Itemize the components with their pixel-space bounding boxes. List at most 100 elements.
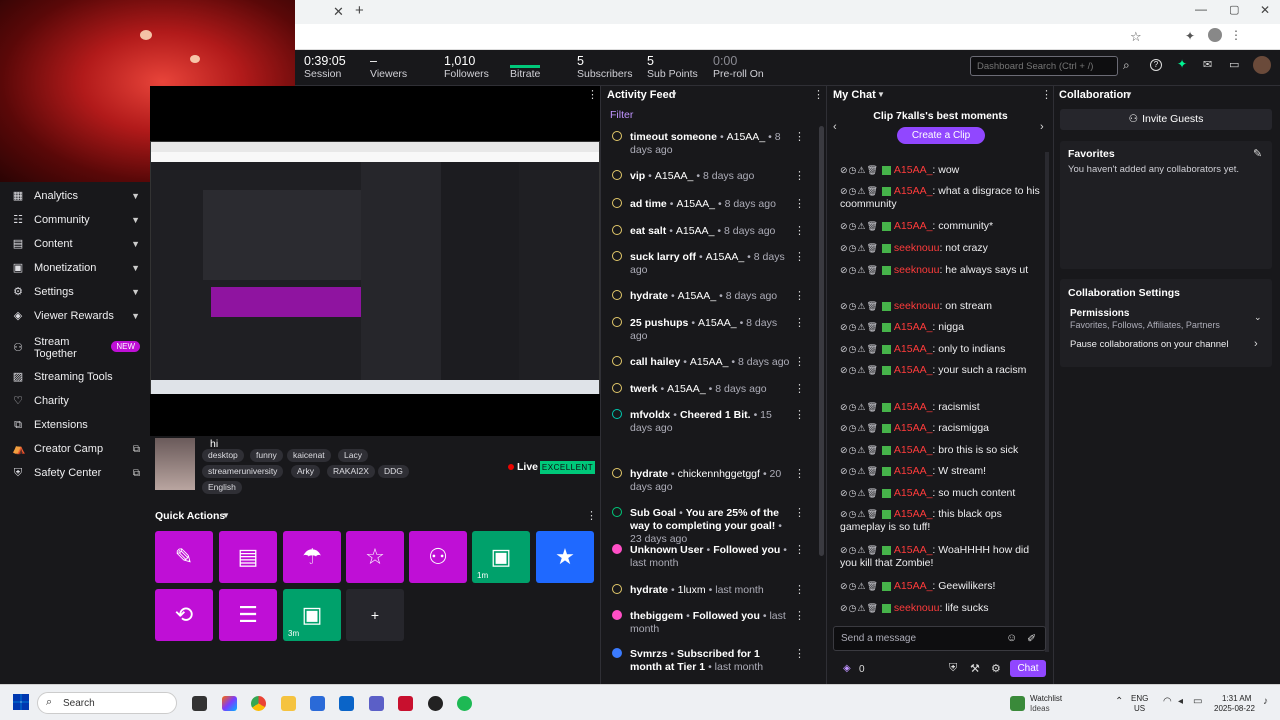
browser-menu-icon[interactable]: ⋮ xyxy=(1230,28,1242,42)
activity-item-menu-icon[interactable]: ⋮ xyxy=(794,317,805,330)
chat-username[interactable]: A15AA_ xyxy=(894,401,933,413)
chat-message[interactable]: ⊘◷⚠🗑 A15AA_: WoaHHHH how did you kill tha… xyxy=(840,544,1040,570)
edit-stream-button[interactable]: ✎ xyxy=(155,531,213,583)
emote-icon[interactable]: ☺ xyxy=(1006,632,1017,644)
ad-3m-button[interactable]: ▣ 3m xyxy=(283,589,341,641)
activity-item-menu-icon[interactable]: ⋮ xyxy=(794,468,805,481)
help-icon[interactable]: ? xyxy=(1150,59,1162,71)
chrome-icon[interactable] xyxy=(251,696,266,711)
maximize-icon[interactable]: ▢ xyxy=(1229,3,1239,16)
browser-address-bar[interactable]: ☆ ✦ ⋮ xyxy=(295,24,1280,50)
app-red-icon[interactable] xyxy=(398,696,413,711)
shield-icon[interactable]: ⛨ xyxy=(949,662,957,675)
invite-guests-button[interactable]: ⚇ Invite Guests xyxy=(1060,109,1272,130)
dashboard-search-input[interactable] xyxy=(970,56,1118,76)
chat-username[interactable]: A15AA_ xyxy=(894,321,933,333)
sidebar-item-safety-center[interactable]: ⛨ Safety Center ⧉ xyxy=(12,464,144,482)
mod-actions-icon[interactable]: ⊘◷⚠🗑 xyxy=(840,344,879,354)
mod-actions-icon[interactable]: ⊘◷⚠🗑 xyxy=(840,186,879,196)
chat-username[interactable]: A15AA_ xyxy=(894,508,933,520)
bookmark-star-icon[interactable]: ☆ xyxy=(1130,29,1142,45)
sidebar-item-creator-camp[interactable]: ⛺ Creator Camp ⧉ xyxy=(12,440,144,458)
clean-chat-button[interactable]: ⟲ xyxy=(155,589,213,641)
chat-message[interactable]: ⊘◷⚠🗑 A15AA_: this black ops gameplay is s… xyxy=(840,508,1040,534)
sidebar-item-content[interactable]: ▤ Content ▼ xyxy=(12,235,144,253)
activity-item-menu-icon[interactable]: ⋮ xyxy=(794,131,805,144)
chat-message[interactable]: ⊘◷⚠🗑 A15AA_: racismist xyxy=(840,401,1040,414)
clock-time[interactable]: 1:31 AM xyxy=(1222,694,1251,703)
chat-username[interactable]: A15AA_ xyxy=(894,487,933,499)
crown-icon[interactable]: ✦ xyxy=(1177,57,1187,71)
tag-english[interactable]: English xyxy=(202,481,242,494)
chat-username[interactable]: A15AA_ xyxy=(894,364,933,376)
activity-item-menu-icon[interactable]: ⋮ xyxy=(794,610,805,623)
mod-actions-icon[interactable]: ⊘◷⚠🗑 xyxy=(840,488,879,498)
chat-username[interactable]: seeknouu xyxy=(894,602,940,614)
mod-actions-icon[interactable]: ⊘◷⚠🗑 xyxy=(840,509,879,519)
user-avatar[interactable] xyxy=(1253,56,1271,74)
task-view-icon[interactable] xyxy=(192,696,207,711)
permissions-row[interactable]: Permissions Favorites, Follows, Affiliat… xyxy=(1068,308,1266,330)
sidebar-item-analytics[interactable]: ▦ Analytics ▼ xyxy=(12,187,144,205)
wifi-icon[interactable]: ◠ xyxy=(1163,696,1172,707)
chat-username[interactable]: A15AA_ xyxy=(894,580,933,592)
chat-username[interactable]: A15AA_ xyxy=(894,422,933,434)
taskbar-search[interactable]: ⌕ Search xyxy=(37,692,177,714)
spotify-icon[interactable] xyxy=(457,696,472,711)
chat-message[interactable]: ⊘◷⚠🗑 A15AA_: bro this is so sick xyxy=(840,444,1040,457)
chat-username[interactable]: A15AA_ xyxy=(894,343,933,355)
chat-message[interactable]: ⊘◷⚠🗑 A15AA_: nigga xyxy=(840,321,1040,334)
chat-message[interactable]: ⊘◷⚠🗑 A15AA_: so much content xyxy=(840,487,1040,500)
tag-streameruniversity[interactable]: streameruniversity xyxy=(202,465,284,478)
outlook-icon[interactable] xyxy=(339,696,354,711)
chat-message[interactable]: ⊘◷⚠🗑 A15AA_: Geewilikers! xyxy=(840,580,1040,593)
activity-menu-icon[interactable]: ⋮ xyxy=(813,88,824,101)
activity-item-menu-icon[interactable]: ⋮ xyxy=(794,251,805,264)
chat-message[interactable]: ⊘◷⚠🗑 seeknouu: life sucks xyxy=(840,602,1040,615)
new-tab-icon[interactable]: + xyxy=(355,2,364,19)
sidebar-item-settings[interactable]: ⚙ Settings ▼ xyxy=(12,283,144,301)
activity-scrollbar[interactable] xyxy=(819,126,824,556)
chat-message[interactable]: ⊘◷⚠🗑 A15AA_: racismigga xyxy=(840,422,1040,435)
file-explorer-icon[interactable] xyxy=(281,696,296,711)
activity-item-menu-icon[interactable]: ⋮ xyxy=(794,198,805,211)
chat-message[interactable]: ⊘◷⚠🗑 A15AA_: W stream! xyxy=(840,465,1040,478)
sidebar-item-community[interactable]: ☷ Community ▼ xyxy=(12,211,144,229)
mod-actions-icon[interactable]: ⊘◷⚠🗑 xyxy=(840,265,879,275)
activity-item-menu-icon[interactable]: ⋮ xyxy=(794,648,805,661)
chat-username[interactable]: A15AA_ xyxy=(894,220,933,232)
chevron-down-icon[interactable]: ▼ xyxy=(670,90,678,99)
create-clip-button[interactable]: Create a Clip xyxy=(897,127,985,144)
activity-item-menu-icon[interactable]: ⋮ xyxy=(794,356,805,369)
sidebar-item-streaming-tools[interactable]: ▨ Streaming Tools xyxy=(12,368,144,386)
mod-actions-icon[interactable]: ⊘◷⚠🗑 xyxy=(840,545,879,555)
language-indicator[interactable]: ENG xyxy=(1131,694,1148,703)
volume-icon[interactable]: ◂ xyxy=(1178,696,1183,707)
chat-username[interactable]: A15AA_ xyxy=(894,185,933,197)
stream-thumbnail[interactable] xyxy=(155,438,195,490)
pause-collab-row[interactable]: Pause collaborations on your channel › xyxy=(1068,338,1266,353)
chat-scrollbar[interactable] xyxy=(1045,152,1049,652)
chat-username[interactable]: seeknouu xyxy=(894,264,940,276)
chat-username[interactable]: A15AA_ xyxy=(894,444,933,456)
mod-actions-icon[interactable]: ⊘◷⚠🗑 xyxy=(840,445,879,455)
teams-icon[interactable] xyxy=(369,696,384,711)
activity-filter-button[interactable]: Filter xyxy=(610,109,633,121)
mod-actions-icon[interactable]: ⊘◷⚠🗑 xyxy=(840,221,879,231)
activity-item-menu-icon[interactable]: ⋮ xyxy=(794,383,805,396)
notifications-icon[interactable]: ▭ xyxy=(1229,58,1239,71)
manage-button[interactable]: ☰ xyxy=(219,589,277,641)
tag-desktop[interactable]: desktop xyxy=(202,449,244,462)
activity-item-menu-icon[interactable]: ⋮ xyxy=(794,544,805,557)
close-window-icon[interactable]: ✕ xyxy=(1260,3,1270,17)
quick-actions-menu-icon[interactable]: ⋮ xyxy=(586,509,597,522)
chat-settings-icon[interactable]: ✐ xyxy=(1027,632,1036,645)
shoutout-button[interactable]: ☆ xyxy=(346,531,404,583)
mod-actions-icon[interactable]: ⊘◷⚠🗑 xyxy=(840,603,879,613)
copilot-icon[interactable] xyxy=(222,696,237,711)
add-mod-button[interactable]: ⚇ xyxy=(409,531,467,583)
sidebar-item-extensions[interactable]: ⧉ Extensions xyxy=(12,416,144,434)
mod-tools-icon[interactable]: ⚒ xyxy=(970,662,980,675)
featured-button[interactable]: ★ xyxy=(536,531,594,583)
sidebar-item-stream-together[interactable]: ⚇ Stream Together NEW xyxy=(12,335,144,361)
